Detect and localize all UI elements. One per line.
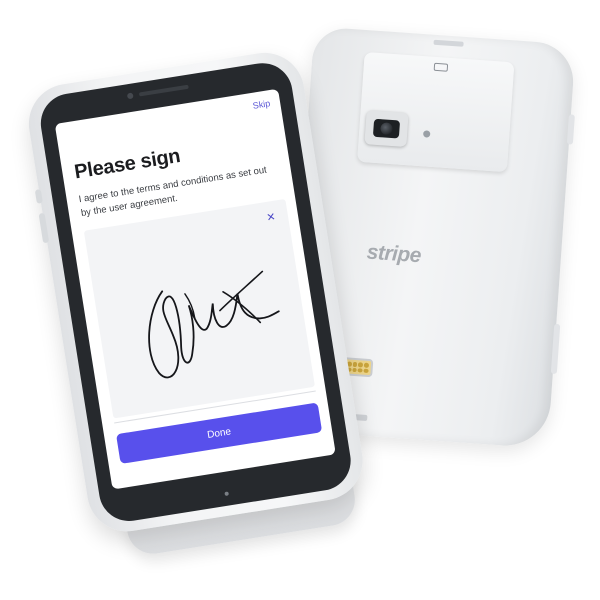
front-camera-icon bbox=[126, 92, 134, 100]
side-key-small[interactable] bbox=[34, 189, 43, 204]
top-slot bbox=[433, 39, 464, 47]
signature-drawing bbox=[148, 270, 280, 379]
brand-logo: stripe bbox=[366, 240, 422, 268]
status-indicator bbox=[224, 491, 229, 497]
flash-icon bbox=[422, 130, 431, 138]
device-screen: Skip Please sign I agree to the terms an… bbox=[54, 88, 336, 490]
camera-icon bbox=[364, 110, 409, 148]
signature-pad[interactable]: × bbox=[83, 198, 316, 419]
camera-module bbox=[357, 51, 515, 173]
screen-bezel: Skip Please sign I agree to the terms an… bbox=[36, 58, 355, 526]
camera-lens bbox=[372, 118, 401, 139]
earpiece bbox=[138, 84, 189, 97]
nfc-icon bbox=[433, 62, 449, 72]
side-key-volume[interactable] bbox=[38, 212, 50, 244]
skip-link[interactable]: Skip bbox=[252, 98, 271, 111]
side-button-upper[interactable] bbox=[566, 114, 575, 145]
product-scene: stripe Skip Please sign I agree to the t… bbox=[0, 0, 600, 600]
side-button-lower[interactable] bbox=[550, 323, 561, 375]
